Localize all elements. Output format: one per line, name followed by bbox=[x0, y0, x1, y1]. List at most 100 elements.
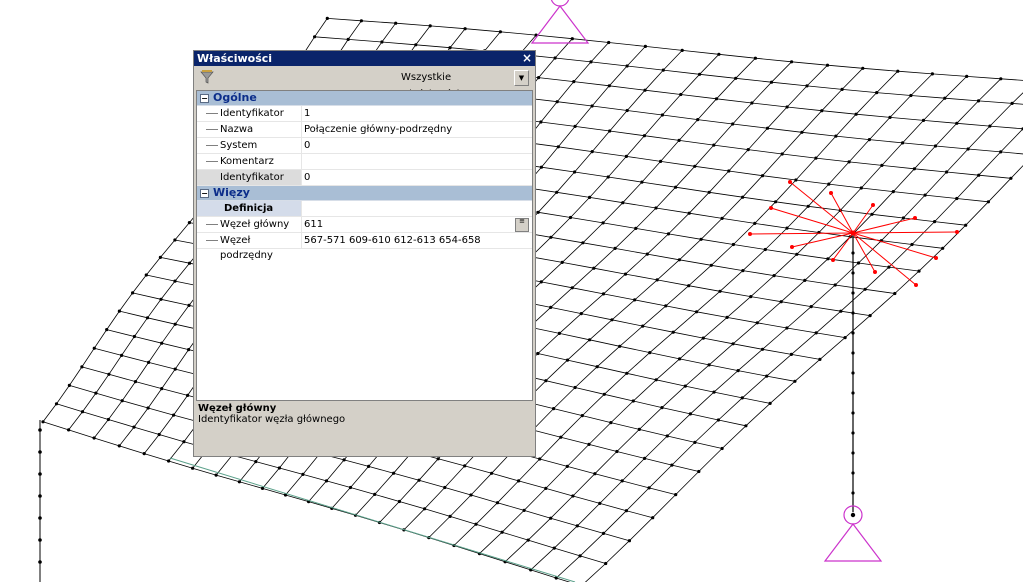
slave-node bbox=[748, 232, 752, 236]
properties-panel: Właściwości × Wszystkie właściwości ▼ − … bbox=[193, 50, 536, 457]
mesh-node bbox=[760, 174, 765, 178]
mesh-node bbox=[565, 358, 570, 362]
property-row-system[interactable]: System 0 bbox=[197, 138, 532, 154]
mesh-node bbox=[593, 472, 597, 476]
mesh-node bbox=[313, 35, 317, 39]
mesh-node bbox=[988, 124, 992, 128]
mesh-node bbox=[750, 101, 754, 105]
slave-node bbox=[871, 203, 875, 207]
property-filter-dropdown[interactable]: Wszystkie właściwości ▼ bbox=[401, 69, 529, 100]
edge-node bbox=[38, 450, 42, 454]
collapse-icon[interactable]: − bbox=[200, 94, 209, 103]
mesh-node bbox=[436, 457, 440, 461]
subgroup-definicja[interactable]: + Definicja bbox=[197, 201, 532, 217]
mesh-node bbox=[765, 374, 769, 378]
mesh-node bbox=[624, 509, 629, 513]
mesh-node bbox=[930, 72, 935, 76]
mesh-node bbox=[834, 134, 838, 138]
mesh-node bbox=[573, 385, 577, 390]
slave-node bbox=[913, 216, 917, 220]
mesh-node bbox=[625, 108, 629, 113]
property-value[interactable]: 611 bbox=[304, 217, 532, 232]
mesh-node bbox=[741, 195, 745, 199]
property-value[interactable]: 567-571 609-610 612-613 654-658 bbox=[304, 233, 532, 248]
mesh-node bbox=[133, 380, 138, 384]
column-node bbox=[851, 291, 855, 295]
mesh-node bbox=[544, 486, 548, 490]
close-icon[interactable]: × bbox=[522, 51, 532, 65]
mesh-node bbox=[999, 77, 1003, 81]
column-node bbox=[851, 431, 855, 435]
mesh-node bbox=[744, 424, 748, 428]
mesh-node bbox=[67, 428, 71, 432]
mesh-node bbox=[555, 100, 559, 104]
mesh-node bbox=[187, 261, 192, 265]
mesh-node bbox=[348, 485, 353, 490]
mesh-node bbox=[342, 458, 346, 462]
edge-node bbox=[38, 428, 42, 432]
slave-node bbox=[788, 180, 792, 184]
property-row-identyfikator-gtc[interactable]: Identyfikator GTC 0 bbox=[197, 170, 532, 198]
mesh-node bbox=[909, 93, 913, 98]
mesh-node bbox=[580, 414, 584, 418]
property-row-identyfikator[interactable]: Identyfikator 1 bbox=[197, 106, 532, 122]
edge-node bbox=[38, 472, 42, 476]
mesh-node bbox=[665, 434, 669, 438]
description-text: Identyfikator węzła głównego bbox=[198, 414, 346, 425]
property-row-komentarz[interactable]: Komentarz bbox=[197, 154, 532, 170]
mesh-node bbox=[549, 305, 553, 309]
mesh-node bbox=[607, 84, 611, 88]
mesh-node bbox=[693, 440, 697, 444]
mesh-node bbox=[610, 318, 614, 322]
mesh-node bbox=[624, 154, 629, 158]
mesh-node bbox=[965, 74, 969, 78]
mesh-node bbox=[443, 485, 447, 490]
mesh-node bbox=[120, 399, 124, 403]
mesh-node bbox=[818, 357, 822, 361]
property-value[interactable]: Połączenie główny-podrzędny bbox=[304, 122, 532, 137]
slave-node bbox=[769, 206, 773, 210]
mesh-node bbox=[67, 383, 71, 387]
mesh-node bbox=[664, 304, 668, 308]
property-name: Identyfikator GTC bbox=[197, 170, 302, 198]
mesh-node bbox=[714, 97, 719, 101]
collapse-icon[interactable]: − bbox=[200, 189, 209, 198]
property-row-wezel-podrzedny[interactable]: Węzeł podrzędny 567-571 609-610 612-613 … bbox=[197, 233, 532, 261]
column-node bbox=[851, 391, 855, 395]
mesh-node bbox=[731, 242, 736, 247]
mesh-node bbox=[923, 193, 927, 197]
mesh-node bbox=[964, 223, 968, 227]
mesh-node bbox=[495, 501, 500, 505]
mesh-node bbox=[538, 457, 542, 461]
mesh-node bbox=[789, 352, 794, 356]
property-row-wezel-glowny[interactable]: Węzeł główny 611 ≡ bbox=[197, 217, 532, 233]
mesh-node bbox=[571, 494, 575, 498]
mesh-node bbox=[868, 314, 872, 318]
property-value[interactable]: 0 bbox=[304, 138, 532, 153]
property-value[interactable]: 1 bbox=[304, 106, 532, 121]
mesh-node bbox=[588, 338, 592, 342]
mesh-node bbox=[570, 37, 574, 41]
category-ogolne[interactable]: − Ogólne bbox=[197, 91, 532, 106]
mesh-node bbox=[933, 220, 937, 224]
mesh-node bbox=[910, 242, 914, 247]
mesh-node bbox=[736, 369, 740, 373]
mesh-node bbox=[901, 141, 905, 145]
mesh-node bbox=[573, 124, 577, 128]
mesh-node bbox=[117, 444, 121, 448]
description-title: Węzeł główny bbox=[198, 403, 277, 414]
mesh-node bbox=[637, 427, 641, 431]
slave-node bbox=[934, 256, 938, 260]
property-row-nazwa[interactable]: Nazwa Połączenie główny-podrzędny bbox=[197, 122, 532, 138]
mesh-node bbox=[522, 508, 526, 512]
mesh-node bbox=[921, 118, 926, 122]
category-wiezy[interactable]: − Więzy bbox=[197, 186, 532, 201]
mesh-node bbox=[187, 221, 191, 225]
chevron-down-icon[interactable]: ▼ bbox=[514, 70, 529, 86]
mesh-node bbox=[325, 16, 329, 20]
pick-node-button[interactable]: ≡ bbox=[515, 218, 529, 232]
mesh-node bbox=[601, 221, 605, 225]
mesh-node bbox=[92, 346, 96, 350]
mesh-node bbox=[765, 126, 770, 130]
filter-icon[interactable] bbox=[200, 70, 214, 84]
